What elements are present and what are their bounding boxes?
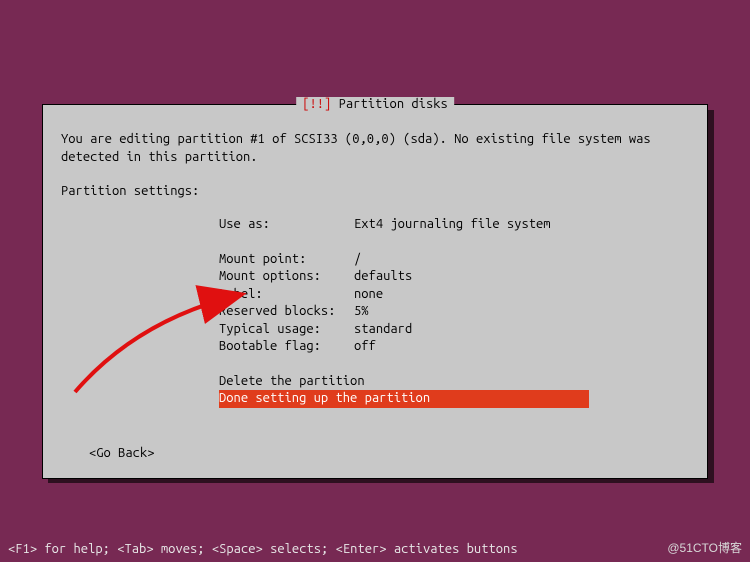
settings-heading: Partition settings:	[61, 184, 689, 198]
setting-mount-point[interactable]: Mount point: /	[219, 251, 689, 269]
done-setting-up-action[interactable]: Done setting up the partition	[219, 390, 589, 408]
intro-text: You are editing partition #1 of SCSI33 (…	[61, 131, 689, 166]
setting-typical-usage[interactable]: Typical usage: standard	[219, 321, 689, 339]
footer-bar: <F1> for help; <Tab> moves; <Space> sele…	[0, 535, 750, 562]
setting-key: Label:	[219, 286, 354, 304]
action-list: Delete the partition Done setting up the…	[219, 373, 689, 408]
alert-badge: [!!]	[302, 97, 331, 111]
setting-use-as[interactable]: Use as: Ext4 journaling file system	[219, 216, 689, 234]
setting-val: Ext4 journaling file system	[354, 216, 551, 234]
dialog-title-text: Partition disks	[339, 97, 448, 111]
watermark-text: @51CTO博客	[667, 539, 742, 556]
setting-val: 5%	[354, 303, 369, 321]
setting-val: off	[354, 338, 376, 356]
dialog-title: [!!] Partition disks	[296, 97, 454, 111]
setting-key: Mount options:	[219, 268, 354, 286]
partition-dialog: [!!] Partition disks You are editing par…	[42, 104, 708, 479]
setting-key: Typical usage:	[219, 321, 354, 339]
setting-label[interactable]: Label: none	[219, 286, 689, 304]
setting-val: standard	[354, 321, 412, 339]
setting-val: defaults	[354, 268, 412, 286]
setting-reserved-blocks[interactable]: Reserved blocks: 5%	[219, 303, 689, 321]
setting-val: none	[354, 286, 383, 304]
setting-bootable-flag[interactable]: Bootable flag: off	[219, 338, 689, 356]
go-back-button[interactable]: <Go Back>	[89, 446, 689, 460]
dialog-panel: [!!] Partition disks You are editing par…	[42, 104, 708, 479]
setting-key: Mount point:	[219, 251, 354, 269]
setting-val: /	[354, 251, 361, 269]
setting-key: Use as:	[219, 216, 354, 234]
footer-help-text: <F1> for help; <Tab> moves; <Space> sele…	[8, 542, 518, 556]
setting-key: Reserved blocks:	[219, 303, 354, 321]
setting-key: Bootable flag:	[219, 338, 354, 356]
delete-partition-action[interactable]: Delete the partition	[219, 373, 689, 391]
setting-mount-options[interactable]: Mount options: defaults	[219, 268, 689, 286]
settings-list: Use as: Ext4 journaling file system Moun…	[219, 216, 689, 356]
